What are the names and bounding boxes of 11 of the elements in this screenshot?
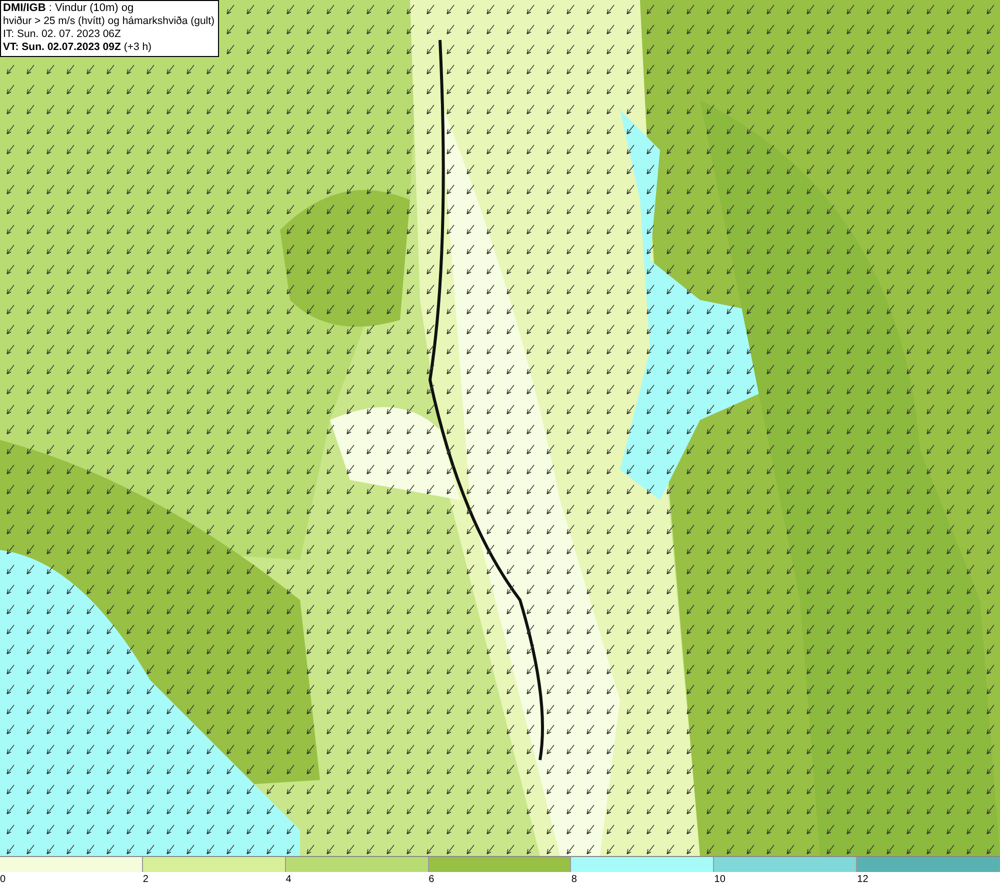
scale-tick-label: 8 <box>571 874 577 885</box>
scale-tick-label: 4 <box>286 874 292 885</box>
scale-tick-label: 2 <box>142 874 148 885</box>
title-line: IT: Sun. 02. 07. 2023 06Z <box>3 28 122 41</box>
scale-tick-label: 12 <box>857 874 868 885</box>
scale-tick-label: 10 <box>714 874 726 885</box>
title-line: hviður > 25 m/s (hvítt) og hámarkshviða (gult) <box>3 15 215 28</box>
scale-tick-label: 6 <box>428 874 434 885</box>
title-line: DMI/IGB : Vindur (10m) og <box>3 2 135 15</box>
scale-tick-label: 0 <box>0 874 6 885</box>
title-line: VT: Sun. 02.07.2023 09Z (+3 h) <box>3 41 153 54</box>
